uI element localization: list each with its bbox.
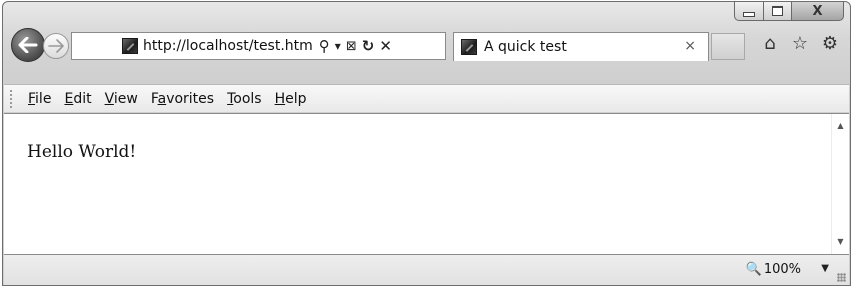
menu-edit-accel: E: [64, 90, 74, 107]
tab-title: A quick test: [484, 39, 567, 55]
zoom-level: 100%: [763, 262, 801, 277]
menu-bar: File Edit View Favorites Tools Help: [4, 84, 849, 112]
compatibility-view-icon[interactable]: ⊠: [346, 40, 357, 53]
address-bar-buttons: ⚲ ▾ ⊠ ↻ ✕: [319, 38, 392, 54]
new-tab-button[interactable]: [711, 33, 745, 60]
home-icon[interactable]: ⌂: [761, 35, 779, 53]
tab-active[interactable]: A quick test ×: [453, 32, 709, 61]
forward-arrow-icon: [48, 39, 64, 53]
minimize-icon: [743, 12, 755, 17]
stop-icon[interactable]: ✕: [379, 38, 392, 54]
zoom-dropdown-icon[interactable]: ▼: [821, 263, 829, 274]
forward-button[interactable]: [43, 33, 69, 59]
close-icon: X: [812, 3, 823, 19]
page-body-text: Hello World!: [27, 142, 137, 162]
close-button[interactable]: X: [792, 2, 844, 21]
search-icon[interactable]: ⚲: [319, 38, 330, 54]
search-dropdown-icon[interactable]: ▾: [335, 40, 341, 52]
back-button[interactable]: [11, 28, 45, 62]
menu-view-accel: V: [104, 90, 114, 107]
menu-favorites-label: vorites: [166, 90, 215, 107]
refresh-icon[interactable]: ↻: [362, 38, 375, 54]
zoom-magnifier-icon: 🔍: [745, 262, 762, 277]
scroll-down-arrow-icon[interactable]: ▼: [832, 234, 849, 250]
command-icons: ⌂ ☆ ⚙: [761, 35, 839, 53]
caption-buttons: X: [734, 2, 844, 22]
tab-close-icon[interactable]: ×: [684, 39, 696, 53]
menu-edit-label: dit: [73, 90, 92, 107]
maximize-icon: [772, 6, 783, 16]
menu-favorites-pre: F: [150, 90, 158, 107]
address-bar[interactable]: http://localhost/test.htm ⚲ ▾ ⊠ ↻ ✕: [71, 32, 446, 60]
tools-gear-icon[interactable]: ⚙: [821, 35, 839, 53]
menu-favorites-accel: a: [157, 90, 167, 107]
page-content: Hello World! ▲ ▼: [4, 113, 849, 255]
favorites-star-icon[interactable]: ☆: [791, 35, 809, 53]
resize-grip-icon[interactable]: [837, 273, 846, 282]
menu-favorites[interactable]: Favorites: [151, 92, 214, 106]
site-favicon-icon: [122, 38, 138, 54]
menu-edit[interactable]: Edit: [64, 92, 91, 106]
browser-window: X http://localhost/test.htm ⚲ ▾ ⊠ ↻ ✕ A …: [2, 1, 851, 286]
menu-tools[interactable]: Tools: [227, 92, 262, 106]
menu-file-label: ile: [35, 90, 52, 107]
minimize-button[interactable]: [734, 2, 764, 21]
menu-file[interactable]: File: [28, 92, 51, 106]
tab-favicon-icon: [461, 39, 477, 55]
status-bar: 🔍 100% ▼: [4, 255, 849, 285]
menu-view[interactable]: View: [105, 92, 138, 106]
menu-help-accel: H: [274, 90, 286, 107]
scroll-up-arrow-icon[interactable]: ▲: [832, 118, 849, 134]
url-text[interactable]: http://localhost/test.htm: [143, 38, 313, 54]
toolbar-grip-handle[interactable]: [10, 89, 15, 108]
vertical-scrollbar[interactable]: ▲ ▼: [831, 114, 849, 254]
zoom-control[interactable]: 🔍 100%: [746, 262, 801, 277]
menu-file-accel: F: [28, 90, 36, 107]
back-arrow-icon: [18, 37, 38, 53]
menu-view-label: iew: [113, 90, 138, 107]
menu-tools-label: ools: [233, 90, 262, 107]
menu-help-label: elp: [285, 90, 307, 107]
maximize-button[interactable]: [764, 2, 792, 21]
menu-help[interactable]: Help: [275, 92, 307, 106]
